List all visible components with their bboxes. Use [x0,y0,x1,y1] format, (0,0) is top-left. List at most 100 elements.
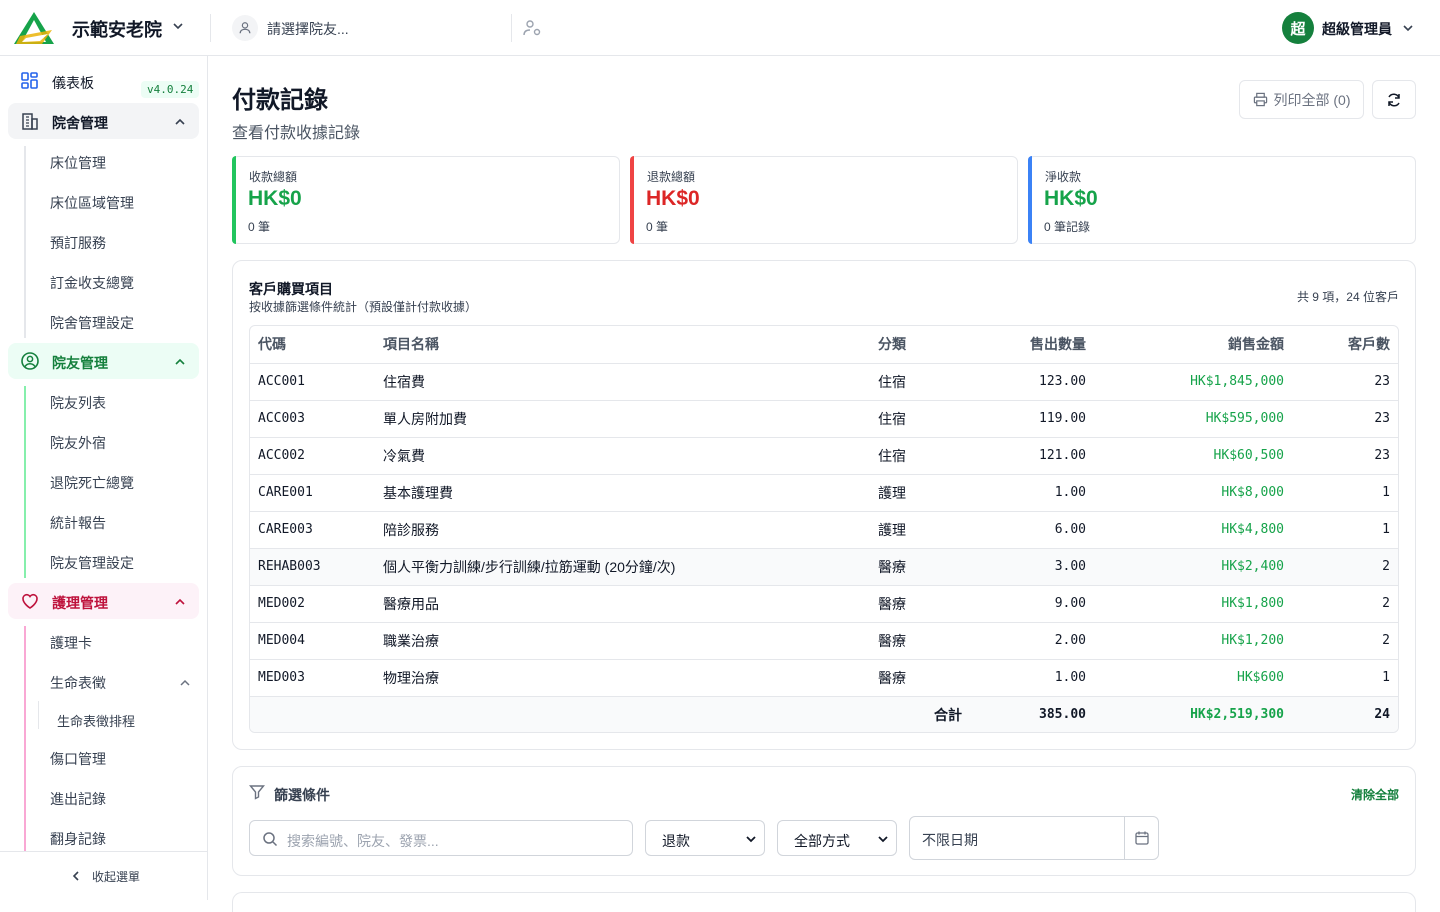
cell-customers: 1 [1292,474,1398,512]
cell-qty: 3.00 [970,548,1094,586]
sidebar-item-discharge[interactable]: 退院死亡總覽 [50,473,134,493]
chevron-up-icon[interactable] [178,676,192,690]
card-summary: 共 9 項，24 位客戶 [1296,290,1399,304]
search-placeholder: 搜索編號、院友、發票... [287,833,439,849]
building-icon [22,113,38,130]
tree-line [24,386,26,578]
sidebar: 儀表板 v4.0.24 院舍管理 床位管理 床位區域管理 預訂服務 訂金收支總覽… [0,56,208,900]
org-name[interactable]: 示範安老院 [72,16,162,42]
sidebar-item-care-card[interactable]: 護理卡 [50,633,92,653]
sidebar-item-resident-settings[interactable]: 院友管理設定 [50,553,134,573]
cell-amount: HK$1,800 [1094,585,1292,623]
sidebar-item-facility-settings[interactable]: 院舍管理設定 [50,313,134,333]
app-logo-icon[interactable] [12,10,56,46]
user-settings-icon[interactable] [522,18,542,38]
collapse-menu-button[interactable]: 收起選單 [0,851,207,900]
table-row[interactable]: REHAB003 個人平衡力訓練/步行訓練/拉筋運動 (20分鐘/次) 醫療 3.00… [250,548,1398,586]
column-header[interactable]: 售出數量 [970,326,1094,364]
cell-customers: 2 [1292,548,1398,586]
cell-code: ACC001 [250,363,375,401]
column-header[interactable]: 項目名稱 [375,326,870,364]
page-subtitle: 查看付款收據記錄 [232,125,361,142]
cell-amount: HK$8,000 [1094,474,1292,512]
cell-amount: HK$1,845,000 [1094,363,1292,401]
cell-name: 個人平衡力訓練/步行訓練/拉筋運動 (20分鐘/次) [375,548,870,586]
sidebar-item-turning[interactable]: 翻身記錄 [50,829,106,849]
cell-name: 職業治療 [375,622,870,660]
search-icon [263,832,278,847]
cell-name: 基本護理費 [375,474,870,512]
table-row[interactable]: MED004 職業治療 醫療 2.00 HK$1,200 2 [250,622,1398,660]
print-all-button[interactable]: 列印全部 (0) [1239,80,1364,119]
cell-category: 醫療 [870,622,970,660]
sidebar-group-facility[interactable]: 院舍管理 [8,103,199,139]
stat-card-refund: 退款總額 HK$0 0 筆 [630,156,1018,244]
column-header[interactable]: 銷售金額 [1094,326,1292,364]
sidebar-item-dashboard[interactable]: 儀表板 v4.0.24 [8,63,200,99]
cell-qty: 2.00 [970,622,1094,660]
sidebar-group-residents[interactable]: 院友管理 [8,343,199,379]
accent-bar [1028,156,1032,244]
divider [210,14,211,42]
sidebar-item-vital-signs[interactable]: 生命表徵 [50,673,106,693]
sidebar-item-overnight[interactable]: 院友外宿 [50,433,106,453]
cell-amount: HK$595,000 [1094,400,1292,438]
sidebar-item-booking[interactable]: 預訂服務 [50,233,106,253]
date-range-picker[interactable]: 不限日期 [909,816,1159,860]
cell-code: CARE001 [250,474,375,512]
sidebar-group-nursing[interactable]: 護理管理 [8,583,199,619]
avatar[interactable]: 超 [1282,12,1314,44]
table-row[interactable]: ACC003 單人房附加費 住宿 119.00 HK$595,000 23 [250,400,1398,438]
user-name[interactable]: 超級管理員 [1322,19,1392,39]
chevron-down-icon [878,836,888,843]
clear-all-button[interactable]: 清除全部 [1351,786,1399,803]
table-total-row: 合計 385.00 HK$2,519,300 24 [250,696,1398,732]
dashboard-icon [21,72,38,89]
calendar-button[interactable] [1124,817,1158,859]
table-row[interactable]: MED002 醫療用品 醫療 9.00 HK$1,800 2 [250,585,1398,623]
sidebar-item-vital-schedule[interactable]: 生命表徵排程 [57,711,135,730]
chevron-down-icon [746,836,756,843]
stat-count: 0 筆 [248,220,271,234]
card-subtitle: 按收據篩選條件統計（預設僅計付款收據） [249,300,478,314]
purchases-table: 代碼 項目名稱 分類 售出數量 銷售金額 客戶數 ACC001 住宿費 住宿 123.… [249,325,1399,733]
cell-customers: 23 [1292,363,1398,401]
chevron-down-icon[interactable] [1400,20,1416,36]
chevron-left-icon [72,871,79,881]
sidebar-item-deposits[interactable]: 訂金收支總覽 [50,273,134,293]
sidebar-item-bed-zones[interactable]: 床位區域管理 [50,193,134,213]
sidebar-item-wounds[interactable]: 傷口管理 [50,749,106,769]
total-empty-cell [375,696,870,732]
type-select[interactable]: 退款 [645,820,765,856]
sidebar-item-reports[interactable]: 統計報告 [50,513,106,533]
search-input[interactable]: 搜索編號、院友、發票... [249,820,633,856]
accent-bar [630,156,634,244]
divider [511,14,512,42]
resident-selector[interactable]: 請選擇院友... [267,19,349,39]
table-row[interactable]: CARE003 陪診服務 護理 6.00 HK$4,800 1 [250,511,1398,549]
cell-qty: 1.00 [970,659,1094,697]
cell-code: MED003 [250,659,375,697]
sidebar-item-beds[interactable]: 床位管理 [50,153,106,173]
sidebar-item-in-out[interactable]: 進出記錄 [50,789,106,809]
cell-customers: 23 [1292,437,1398,475]
table-row[interactable]: ACC002 冷氣費 住宿 121.00 HK$60,500 23 [250,437,1398,475]
chevron-up-icon [175,598,185,605]
refresh-button[interactable] [1372,80,1416,119]
cell-category: 住宿 [870,400,970,438]
column-header[interactable]: 客戶數 [1292,326,1398,364]
sidebar-item-label: 儀表板 [52,75,94,91]
printer-icon [1253,92,1267,107]
method-select[interactable]: 全部方式 [777,820,897,856]
sidebar-item-resident-list[interactable]: 院友列表 [50,393,106,413]
print-all-label: 列印全部 (0) [1273,91,1351,108]
stat-count: 0 筆記錄 [1044,220,1091,234]
stat-count: 0 筆 [646,220,669,234]
chevron-down-icon[interactable] [170,18,186,34]
column-header[interactable]: 分類 [870,326,970,364]
column-header[interactable]: 代碼 [250,326,375,364]
collapse-menu-label: 收起選單 [92,870,141,884]
table-row[interactable]: CARE001 基本護理費 護理 1.00 HK$8,000 1 [250,474,1398,512]
table-row[interactable]: MED003 物理治療 醫療 1.00 HK$600 1 [250,659,1398,697]
table-row[interactable]: ACC001 住宿費 住宿 123.00 HK$1,845,000 23 [250,363,1398,401]
